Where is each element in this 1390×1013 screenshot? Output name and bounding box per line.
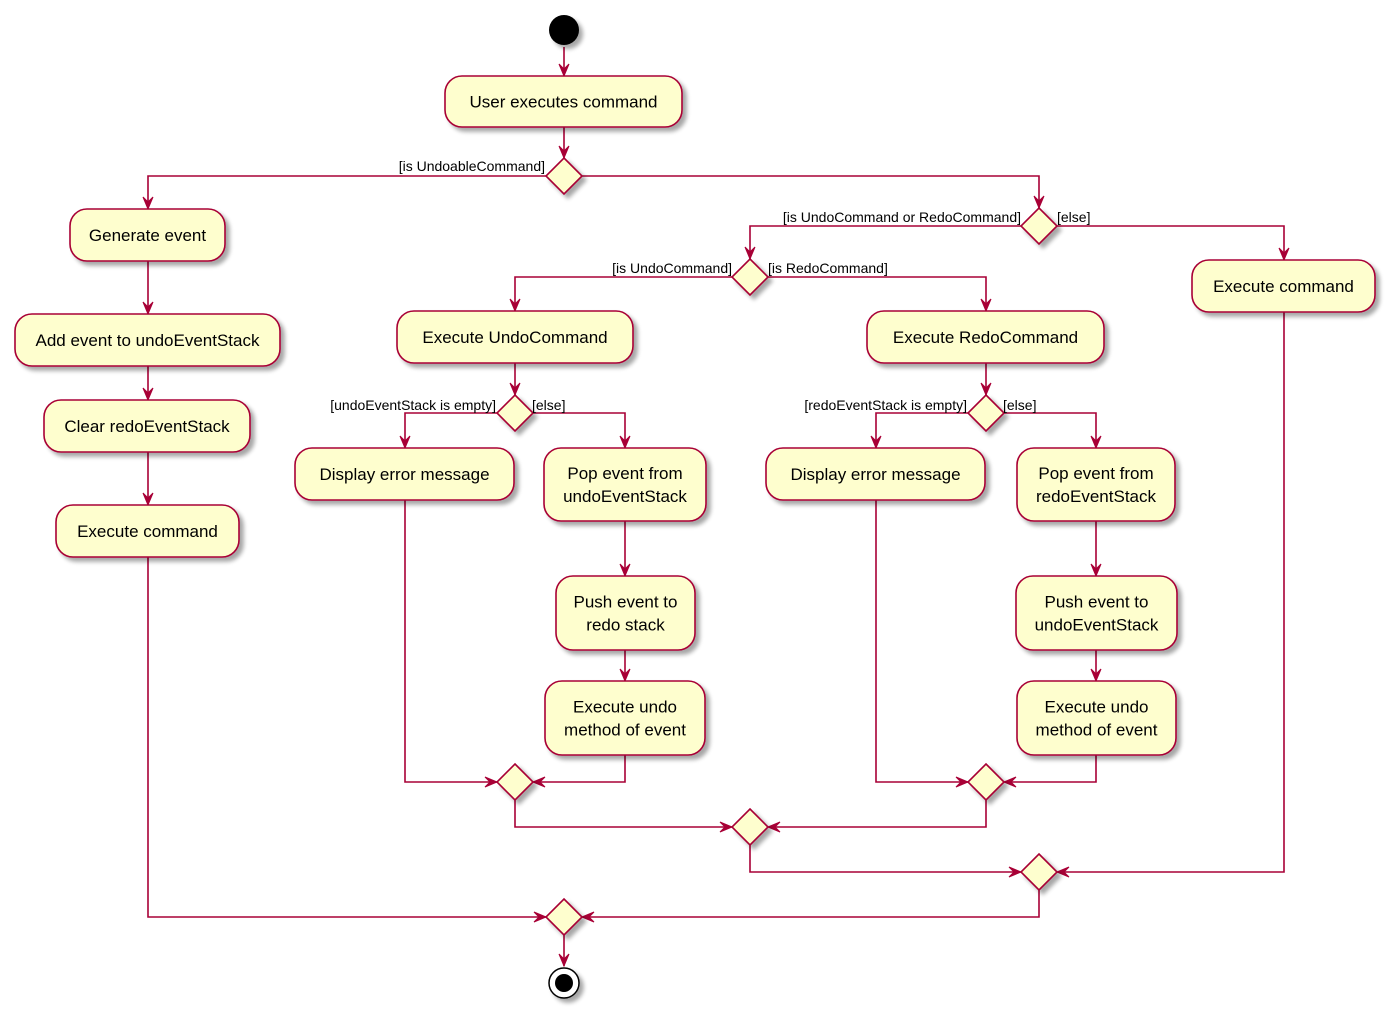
- activity-push-undo: Push event to undoEventStack: [1015, 575, 1178, 651]
- guard-label: [redoEventStack is empty]: [804, 397, 967, 413]
- flow-edge: [768, 276, 987, 311]
- merge-node: [544, 897, 584, 937]
- activity-push-redo: Push event to redo stack: [555, 575, 696, 651]
- flow-edge: [582, 175, 1040, 208]
- activity-label: Execute undo: [573, 698, 677, 717]
- activity-exec-undo-method-1: Execute undo method of event: [544, 680, 706, 756]
- activity-diagram: User executes command Generate event Add e…: [14, 15, 1376, 999]
- activity-label: method of event: [1036, 721, 1158, 740]
- activity-label: Execute RedoCommand: [893, 328, 1078, 347]
- merge-node: [730, 807, 770, 847]
- activity-add-event: Add event to undoEventStack: [14, 313, 281, 367]
- flow-edge: [404, 500, 497, 783]
- activity-label: undoEventStack: [1035, 616, 1159, 635]
- guard-label: [is UndoableCommand]: [399, 158, 545, 174]
- activity-execute-command-left: Execute command: [55, 504, 240, 558]
- activity-label: Push event to: [1045, 593, 1149, 612]
- activity-label: redo stack: [586, 616, 665, 635]
- flow-edge: [749, 845, 1021, 873]
- activity-pop-redo: Pop event from redoEventStack: [1016, 447, 1176, 522]
- guard-label: [undoEventStack is empty]: [330, 397, 496, 413]
- flow-edge: [147, 175, 546, 209]
- activity-label: Pop event from: [1038, 464, 1153, 483]
- flow-edge: [404, 412, 497, 448]
- activity-display-error-redo: Display error message: [765, 447, 986, 501]
- flow-edge: [147, 557, 546, 918]
- flow-edge: [875, 412, 968, 448]
- activity-label: Display error message: [319, 465, 489, 484]
- activity-label: Add event to undoEventStack: [36, 331, 260, 350]
- merge-node: [1019, 852, 1059, 892]
- activity-execute-command-right: Execute command: [1191, 259, 1376, 313]
- decision-node: [730, 257, 770, 297]
- flow-edge: [875, 500, 968, 783]
- activity-label: User executes command: [469, 93, 657, 112]
- activity-label: Execute undo: [1045, 698, 1149, 717]
- flow-edge: [533, 755, 626, 783]
- nodes: User executes command Generate event Add e…: [14, 15, 1376, 999]
- flow-edge: [1057, 225, 1285, 260]
- activity-label: undoEventStack: [563, 487, 687, 506]
- guard-label: [else]: [532, 397, 565, 413]
- activity-label: Display error message: [790, 465, 960, 484]
- flow-edge: [582, 890, 1040, 918]
- activity-clear-redo: Clear redoEventStack: [43, 399, 251, 453]
- decision-node: [966, 393, 1006, 433]
- activity-label: Execute UndoCommand: [422, 328, 607, 347]
- activity-exec-undo-method-2: Execute undo method of event: [1016, 680, 1177, 756]
- activity-generate-event: Generate event: [69, 208, 226, 262]
- merge-node: [495, 762, 535, 802]
- decision-node: [495, 393, 535, 433]
- guard-label: [else]: [1057, 209, 1090, 225]
- activity-label: redoEventStack: [1036, 487, 1157, 506]
- flow-edge: [514, 276, 732, 311]
- activity-execute-redo-command: Execute RedoCommand: [866, 310, 1105, 364]
- flow-edge: [749, 225, 1021, 259]
- start-node: [549, 15, 579, 45]
- flow-edge: [533, 412, 626, 448]
- guard-label: [is UndoCommand or RedoCommand]: [783, 209, 1021, 225]
- decision-node: [1019, 206, 1059, 246]
- flow-edge: [768, 800, 987, 828]
- activity-display-error-undo: Display error message: [294, 447, 515, 501]
- flow-edge: [1004, 412, 1097, 448]
- activity-label: Generate event: [89, 226, 206, 245]
- activity-label: Execute command: [77, 522, 218, 541]
- end-node: [548, 967, 580, 999]
- activity-label: method of event: [564, 721, 686, 740]
- activity-execute-undo-command: Execute UndoCommand: [396, 310, 634, 364]
- guard-label: [is RedoCommand]: [768, 260, 888, 276]
- guard-label: [is UndoCommand]: [612, 260, 732, 276]
- activity-label: Execute command: [1213, 277, 1354, 296]
- activity-label: Pop event from: [567, 464, 682, 483]
- activity-label: Clear redoEventStack: [64, 417, 230, 436]
- flow-edge: [1004, 755, 1097, 783]
- guard-labels: [is UndoableCommand] [is UndoCommand or R…: [330, 158, 1090, 413]
- activity-pop-undo: Pop event from undoEventStack: [543, 447, 707, 522]
- activity-label: Push event to: [574, 593, 678, 612]
- decision-node: [544, 156, 584, 196]
- guard-label: [else]: [1003, 397, 1036, 413]
- activity-user-executes: User executes command: [444, 75, 683, 128]
- flow-edge: [514, 800, 732, 828]
- merge-node: [966, 762, 1006, 802]
